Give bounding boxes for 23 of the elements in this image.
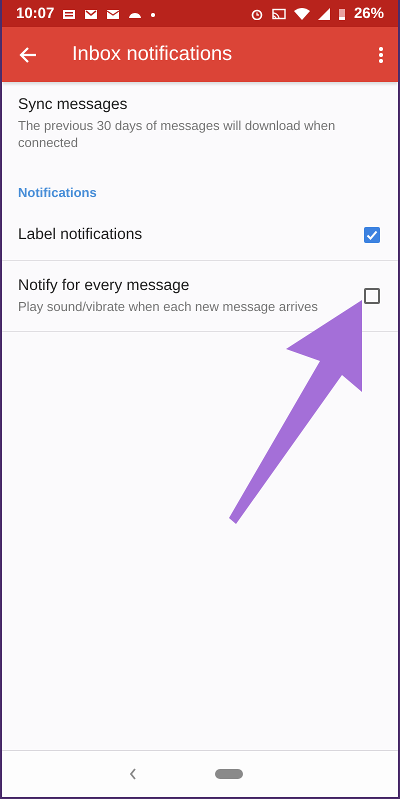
setting-title: Label notifications: [18, 226, 144, 244]
alarm-icon: [250, 8, 264, 20]
mail-icon: [84, 8, 98, 20]
toolbar-title: Inbox notifications: [72, 43, 234, 66]
news-icon: [62, 8, 76, 20]
clock-time: 10:07: [16, 5, 54, 22]
setting-title: Notify for every message: [18, 277, 190, 295]
back-arrow-icon[interactable]: [18, 44, 38, 64]
back-nav-button[interactable]: [129, 768, 137, 780]
setting-summary: Play sound/vibrate when each new message arrives: [18, 298, 319, 315]
wifi-icon: [294, 8, 310, 20]
battery-icon: [338, 8, 346, 20]
checkbox[interactable]: [364, 288, 380, 304]
setting-title: Sync messages: [18, 96, 128, 114]
section-header: Notifications: [17, 185, 98, 202]
setting-summary: The previous 30 days of messages will download when connected: [18, 117, 336, 151]
cast-icon: [272, 8, 286, 20]
signal-icon: [318, 8, 330, 20]
checkbox[interactable]: [364, 227, 380, 243]
envelope-icon: [106, 8, 120, 20]
battery-percent: 26%: [354, 5, 384, 22]
home-nav-button[interactable]: [215, 769, 243, 779]
more-options-icon[interactable]: [378, 44, 384, 64]
